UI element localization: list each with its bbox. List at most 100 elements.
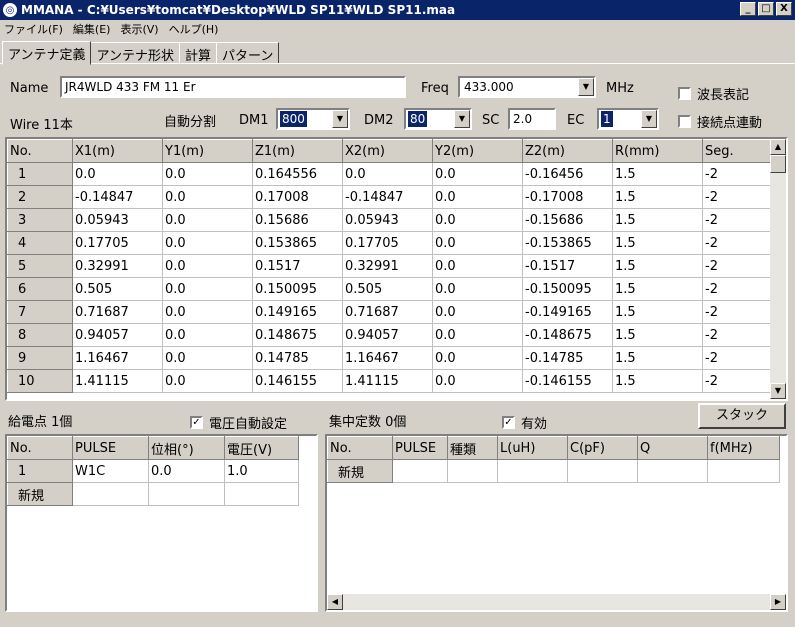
table-cell[interactable] (148, 482, 225, 506)
table-row[interactable]: 6 0.505 0.0 0.150095 0.505 0.0 -0.150095 1.5 -2 (7, 277, 773, 301)
table-cell[interactable]: 0.0 (342, 162, 433, 186)
table-cell[interactable]: 1.5 (612, 369, 703, 393)
table-cell[interactable] (392, 459, 448, 483)
lumped-header[interactable]: Q (637, 436, 708, 460)
table-cell[interactable]: 0.0 (162, 369, 253, 393)
table-cell[interactable]: -0.14847 (72, 185, 163, 209)
table-cell[interactable] (72, 482, 149, 506)
feed-header[interactable]: 位相(°) (148, 436, 225, 460)
table-row[interactable]: 3 0.05943 0.0 0.15686 0.05943 0.0 -0.15686 1.5-… (7, 208, 773, 232)
table-cell[interactable]: 0.1517 (252, 254, 343, 278)
table-cell[interactable]: 0.0 (162, 254, 253, 278)
table-cell[interactable]: -2 (702, 300, 773, 324)
table-cell[interactable]: 0.32991 (72, 254, 163, 278)
checkbox-icon[interactable] (678, 115, 691, 128)
table-cell[interactable]: W1C (72, 459, 149, 483)
table-cell[interactable]: -0.16456 (522, 162, 613, 186)
freq-combo[interactable]: 433.000 ▼ (458, 76, 596, 98)
menu-help[interactable]: ヘルプ(H) (169, 21, 219, 37)
row-number[interactable]: 7 (7, 300, 73, 324)
table-cell[interactable]: -2 (702, 231, 773, 255)
table-row[interactable]: 1 W1C 0.0 1.0 (7, 459, 299, 483)
table-cell[interactable]: 0.71687 (72, 300, 163, 324)
valid-checkbox[interactable]: ✓ 有効 (502, 413, 547, 432)
checkbox-icon[interactable] (678, 87, 691, 100)
table-cell[interactable]: 0.0 (432, 277, 523, 301)
tab-pattern[interactable]: パターン (215, 42, 280, 64)
row-number[interactable]: 新規 (327, 459, 393, 483)
table-cell[interactable]: 1.16467 (342, 346, 433, 370)
lumped-header[interactable]: f(MHz) (707, 436, 780, 460)
wire-scrollbar[interactable]: ▲ ▼ (770, 139, 786, 399)
table-cell[interactable]: 0.0 (432, 208, 523, 232)
table-cell[interactable]: 0.0 (162, 208, 253, 232)
table-cell[interactable]: 0.505 (72, 277, 163, 301)
table-row[interactable]: 新規 (7, 482, 299, 506)
close-button[interactable]: X (776, 2, 792, 16)
name-input[interactable]: JR4WLD 433 FM 11 Er (60, 76, 406, 98)
table-cell[interactable]: 0.14785 (252, 346, 343, 370)
table-cell[interactable]: -2 (702, 277, 773, 301)
feed-header[interactable]: No. (7, 436, 73, 460)
wire-header[interactable]: Y1(m) (162, 139, 253, 163)
table-cell[interactable]: -0.17008 (522, 185, 613, 209)
chevron-down-icon[interactable]: ▼ (454, 110, 470, 128)
table-cell[interactable]: 0.71687 (342, 300, 433, 324)
table-cell[interactable]: 0.0 (162, 162, 253, 186)
table-cell[interactable]: 0.0 (162, 185, 253, 209)
dm1-combo[interactable]: 800 ▼ (276, 108, 350, 130)
table-cell[interactable]: -0.146155 (522, 369, 613, 393)
scroll-up-icon[interactable]: ▲ (770, 139, 786, 155)
table-row[interactable]: 9 1.16467 0.0 0.14785 1.16467 0.0 -0.14785 1.5-… (7, 346, 773, 370)
row-number[interactable]: 4 (7, 231, 73, 255)
table-cell[interactable]: -0.153865 (522, 231, 613, 255)
table-cell[interactable]: 1.5 (612, 231, 703, 255)
chevron-down-icon[interactable]: ▼ (641, 110, 657, 128)
lumped-header[interactable]: 種類 (447, 436, 498, 460)
table-cell[interactable]: 0.150095 (252, 277, 343, 301)
row-number[interactable]: 1 (7, 162, 73, 186)
checkmark-icon[interactable]: ✓ (190, 416, 203, 429)
table-cell[interactable]: 0.05943 (72, 208, 163, 232)
wire-header[interactable]: No. (7, 139, 73, 163)
table-cell[interactable]: 1.5 (612, 185, 703, 209)
lumped-hscrollbar[interactable]: ◀ ▶ (327, 594, 786, 610)
table-cell[interactable]: -0.15686 (522, 208, 613, 232)
table-cell[interactable]: 1.5 (612, 346, 703, 370)
lumped-header[interactable]: L(uH) (497, 436, 568, 460)
auto-voltage-checkbox[interactable]: ✓ 電圧自動設定 (190, 413, 287, 432)
row-number[interactable]: 新規 (7, 482, 73, 506)
table-cell[interactable] (447, 459, 498, 483)
table-cell[interactable]: 0.164556 (252, 162, 343, 186)
table-cell[interactable]: 1.5 (612, 300, 703, 324)
table-cell[interactable]: 0.15686 (252, 208, 343, 232)
table-cell[interactable]: -0.14847 (342, 185, 433, 209)
tab-antenna-shape[interactable]: アンテナ形状 (90, 42, 180, 64)
table-row[interactable]: 4 0.17705 0.0 0.153865 0.17705 0.0 -0.153865 1.… (7, 231, 773, 255)
tab-antenna-definition[interactable]: アンテナ定義 (2, 41, 92, 65)
wire-header[interactable]: Seg. (702, 139, 773, 163)
table-cell[interactable]: 0.0 (72, 162, 163, 186)
table-cell[interactable]: 0.0 (432, 346, 523, 370)
table-cell[interactable]: 0.17008 (252, 185, 343, 209)
ec-combo[interactable]: 1 ▼ (597, 108, 659, 130)
row-number[interactable]: 5 (7, 254, 73, 278)
menu-edit[interactable]: 編集(E) (73, 21, 111, 37)
table-cell[interactable]: 1.41115 (342, 369, 433, 393)
table-cell[interactable]: 1.5 (612, 323, 703, 347)
table-cell[interactable]: -2 (702, 162, 773, 186)
dm2-combo[interactable]: 80 ▼ (404, 108, 472, 130)
row-number[interactable]: 3 (7, 208, 73, 232)
table-cell[interactable]: -0.149165 (522, 300, 613, 324)
table-cell[interactable] (497, 459, 568, 483)
table-cell[interactable]: 0.0 (432, 369, 523, 393)
table-cell[interactable]: 0.05943 (342, 208, 433, 232)
table-cell[interactable] (637, 459, 708, 483)
app-icon[interactable]: ◎ (3, 3, 17, 17)
maximize-button[interactable]: □ (758, 2, 774, 16)
table-cell[interactable]: 0.0 (162, 277, 253, 301)
table-cell[interactable]: 0.94057 (72, 323, 163, 347)
wire-header[interactable]: X2(m) (342, 139, 433, 163)
table-cell[interactable]: 1.5 (612, 277, 703, 301)
table-cell[interactable]: -0.14785 (522, 346, 613, 370)
